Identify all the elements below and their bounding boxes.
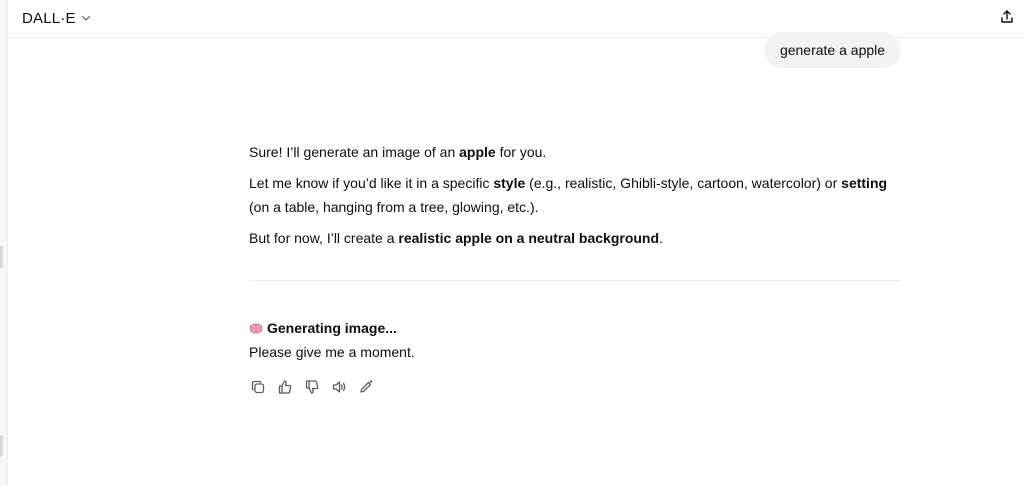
thumbs-up-icon <box>278 379 291 394</box>
text-run: for you. <box>495 144 547 160</box>
edit-image-button[interactable] <box>355 376 376 397</box>
share-upload-icon <box>1001 10 1013 23</box>
bold-text-run: style <box>493 175 526 191</box>
sidebar-resize-handle-lower[interactable] <box>0 435 3 457</box>
assistant-message: Sure! I’ll generate an image of an apple… <box>249 140 901 257</box>
thumbs-down-icon <box>305 379 318 394</box>
share-button[interactable] <box>996 6 1018 28</box>
bold-text-run: realistic apple on a neutral background <box>398 230 660 246</box>
thumbs-up-button[interactable] <box>274 376 295 397</box>
brain-icon <box>249 323 263 334</box>
sidebar-resize-handle[interactable] <box>0 246 3 268</box>
generating-status: Generating image... Please give me a mom… <box>249 316 901 364</box>
assistant-paragraph-2: Let me know if you’d like it in a specif… <box>249 171 901 219</box>
message-actions <box>247 376 376 398</box>
chevron-down-icon <box>81 15 90 21</box>
pencil-sparkle-icon <box>359 379 373 393</box>
text-run: But for now, I’ll create a <box>249 230 399 246</box>
text-run: Sure! I’ll generate an image of an <box>249 144 460 160</box>
assistant-paragraph-3: But for now, I’ll create a realistic app… <box>249 226 901 250</box>
read-aloud-button[interactable] <box>328 376 349 397</box>
copy-button[interactable] <box>247 376 268 397</box>
generating-subtitle: Please give me a moment. <box>249 344 415 360</box>
assistant-paragraph-1: Sure! I’ll generate an image of an apple… <box>249 140 901 164</box>
thumbs-down-button[interactable] <box>301 376 322 397</box>
generating-title: Generating image... <box>267 320 397 336</box>
text-run: . <box>659 230 663 246</box>
bold-text-run: setting <box>841 175 888 191</box>
text-run: (on a table, hanging from a tree, glowin… <box>249 199 539 215</box>
model-name: DALL·E <box>22 9 76 27</box>
message-divider <box>249 280 901 281</box>
text-run: Let me know if you’d like it in a specif… <box>249 175 494 191</box>
bold-text-run: apple <box>459 144 496 160</box>
user-message-bubble: generate a apple <box>764 32 901 68</box>
copy-icon <box>251 380 264 393</box>
text-run: (e.g., realistic, Ghibli-style, cartoon,… <box>525 175 842 191</box>
model-switcher[interactable]: DALL·E <box>22 7 92 29</box>
user-message-text: generate a apple <box>779 42 886 58</box>
left-sidebar-rail <box>0 0 8 485</box>
generating-title-row: Generating image... <box>249 316 901 340</box>
speaker-icon <box>332 380 345 393</box>
